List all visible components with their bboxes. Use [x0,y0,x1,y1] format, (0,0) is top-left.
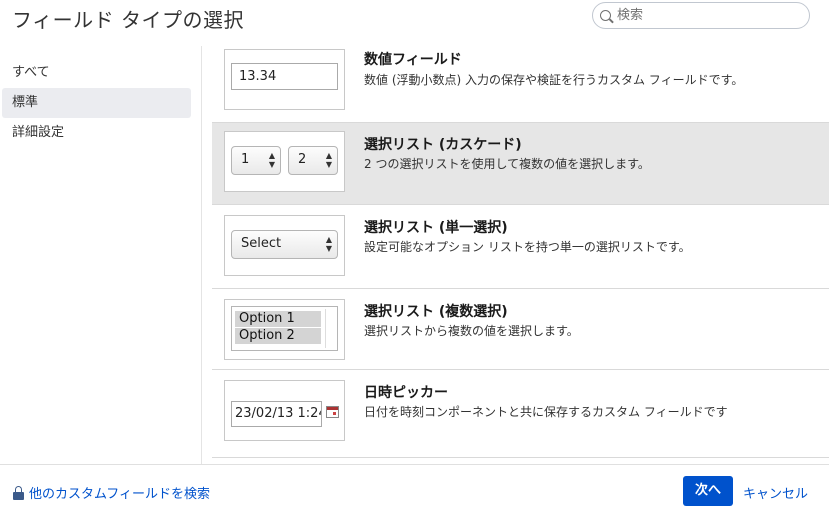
select-arrows-icon: ▲ ▼ [325,151,332,169]
dialog-title: フィールド タイプの選択 [12,8,244,32]
field-type-title: 数値フィールド [364,52,462,68]
single-select-preview: Select ▲ ▼ [224,215,345,276]
preview-select-value: Select [241,236,282,251]
preview-select-1: 1 ▲ ▼ [231,146,281,175]
calendar-icon [326,406,339,418]
search-box[interactable] [592,2,810,29]
field-type-description: 選択リストから複数の値を選択します。 [364,324,579,338]
preview-option: Option 1 [235,311,321,327]
sidebar-item-all[interactable]: すべて [2,58,191,88]
field-type-title: 選択リスト (複数選択) [364,304,508,320]
field-type-description: 2 つの選択リストを使用して複数の値を選択します。 [364,157,650,171]
cancel-button[interactable]: キャンセル [743,483,808,502]
field-type-list: 13.34 数値フィールド 数値 (浮動小数点) 入力の保存や検証を行うカスタム… [202,46,829,464]
preview-listbox: Option 1 Option 2 [231,306,338,351]
next-button[interactable]: 次へ [683,476,733,506]
number-preview-input: 13.34 [231,63,338,90]
select-arrows-icon: ▲ ▼ [268,151,275,169]
preview-select: Select ▲ ▼ [231,230,338,259]
field-type-title: 選択リスト (カスケード) [364,137,522,153]
number-field-preview: 13.34 [224,49,345,110]
sidebar-item-advanced[interactable]: 詳細設定 [2,118,191,148]
datetime-picker-preview: 23/02/13 1:24 [224,380,345,441]
dialog-header: フィールド タイプの選択 [0,0,829,46]
search-input[interactable] [617,6,797,25]
field-type-description: 数値 (浮動小数点) 入力の保存や検証を行うカスタム フィールドです。 [364,73,744,87]
search-other-fields-link[interactable]: 他のカスタムフィールドを検索 [13,483,210,502]
preview-select-2: 2 ▲ ▼ [288,146,338,175]
marketplace-bag-icon [13,486,24,500]
listbox-scrollbar [325,309,335,348]
preview-select-1-value: 1 [241,152,250,167]
dialog-footer: 他のカスタムフィールドを検索 次へ キャンセル [0,464,829,514]
field-type-datetime-picker[interactable]: 23/02/13 1:24 日時ピッカー 日付を時刻コンポーネントと共に保存する… [212,370,829,458]
field-type-cascading-select[interactable]: 1 ▲ ▼ 2 ▲ ▼ 選択リスト (カスケード) 2 つの選択リストを使用して複数… [212,123,829,205]
preview-datetime-input: 23/02/13 1:24 [231,401,322,427]
field-type-description: 設定可能なオプション リストを持つ単一の選択リストです。 [364,240,691,254]
search-other-fields-label: 他のカスタムフィールドを検索 [29,487,210,502]
search-icon [600,10,611,21]
field-type-description: 日付を時刻コンポーネントと共に保存するカスタム フィールドです [364,405,728,419]
select-arrows-icon: ▲ ▼ [325,235,332,253]
field-type-number[interactable]: 13.34 数値フィールド 数値 (浮動小数点) 入力の保存や検証を行うカスタム… [212,46,829,123]
multi-select-preview: Option 1 Option 2 [224,299,345,360]
preview-select-2-value: 2 [298,152,307,167]
field-type-title: 選択リスト (単一選択) [364,220,508,236]
field-type-single-select[interactable]: Select ▲ ▼ 選択リスト (単一選択) 設定可能なオプション リストを持つ… [212,205,829,289]
preview-option: Option 2 [235,328,321,344]
field-type-title: 日時ピッカー [364,385,448,401]
sidebar-item-standard[interactable]: 標準 [2,88,191,118]
field-type-multi-select[interactable]: Option 1 Option 2 選択リスト (複数選択) 選択リストから複数… [212,289,829,370]
category-sidebar: すべて 標準 詳細設定 [0,46,202,464]
cascading-select-preview: 1 ▲ ▼ 2 ▲ ▼ [224,131,345,192]
